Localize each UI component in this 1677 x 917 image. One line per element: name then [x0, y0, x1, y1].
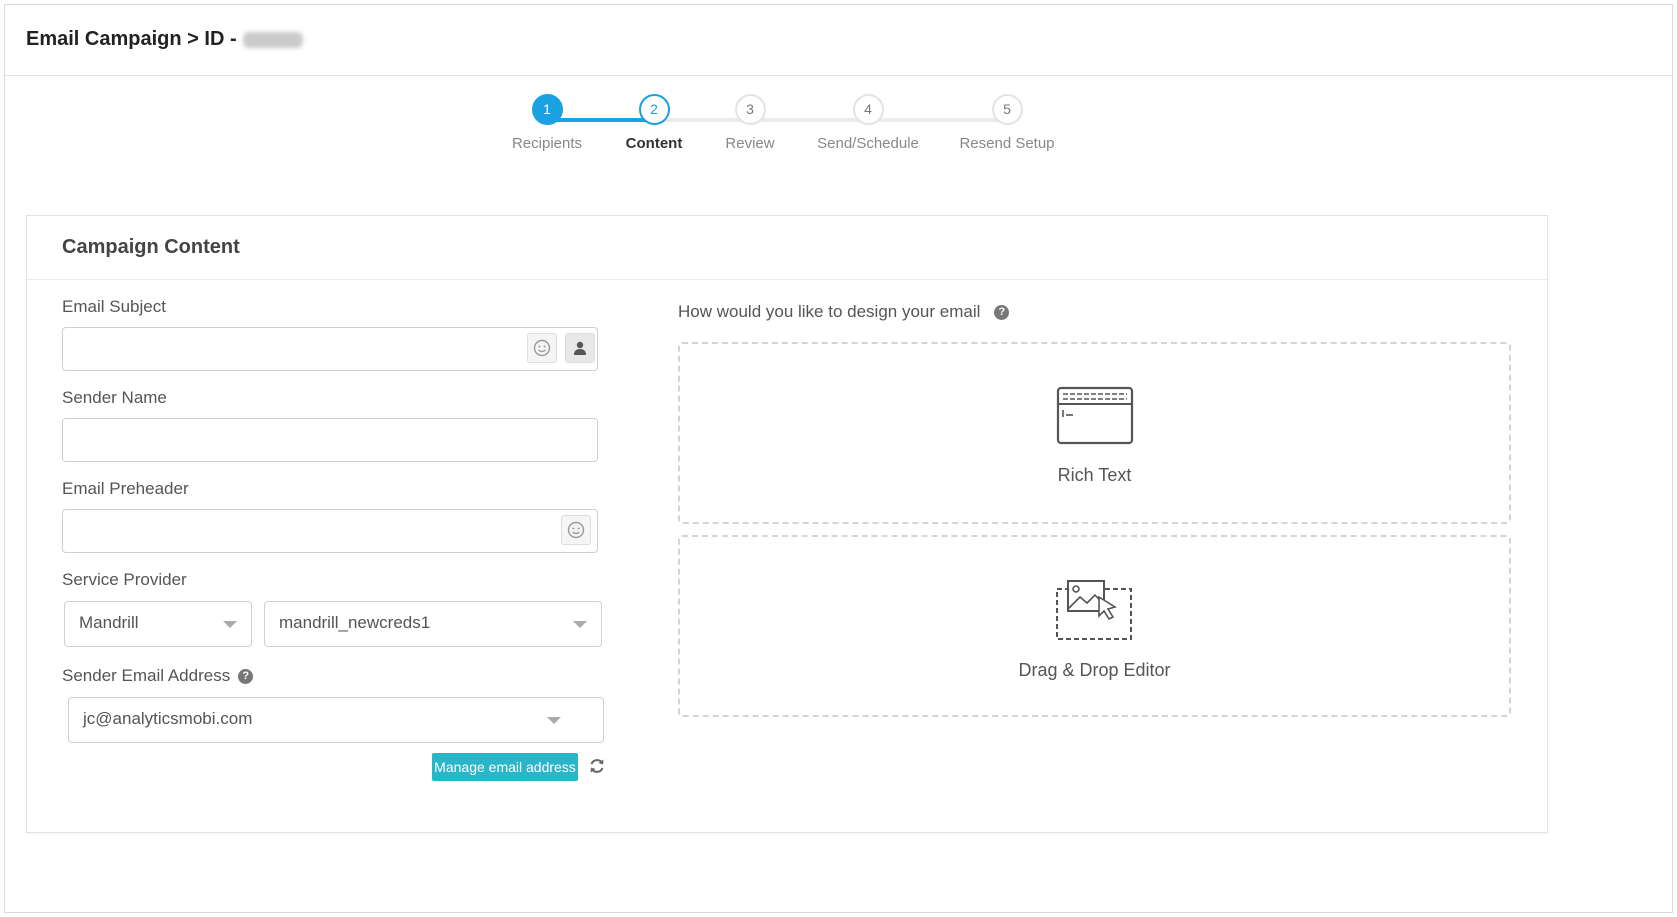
sender-name-input[interactable]	[62, 418, 598, 462]
step-number: 3	[734, 94, 766, 125]
rich-text-icon	[1056, 386, 1133, 445]
step-send-schedule[interactable]: 4 Send/Schedule	[798, 94, 938, 152]
campaign-content-card: Campaign Content Email Subject Sender Na…	[26, 215, 1548, 833]
personalize-button[interactable]	[565, 333, 595, 363]
progress-stepper: 1 Recipients 2 Content 3 Review 4 Send/S…	[5, 76, 1672, 176]
drag-drop-editor-option[interactable]: Drag & Drop Editor	[678, 535, 1511, 717]
chevron-down-icon	[547, 717, 561, 724]
provider-select-value: Mandrill	[79, 613, 139, 632]
step-number: 2	[638, 94, 670, 125]
campaign-id-redacted	[242, 31, 303, 48]
sender-email-label: Sender Email Address?	[62, 666, 254, 686]
emoji-button[interactable]	[561, 515, 591, 545]
drag-drop-editor-icon	[1055, 580, 1132, 640]
design-question-text: How would you like to design your email	[678, 302, 981, 321]
page-title-text: Email Campaign > ID -	[26, 28, 237, 50]
step-label: Send/Schedule	[817, 135, 919, 152]
help-icon[interactable]: ?	[994, 305, 1010, 321]
step-number: 5	[991, 94, 1023, 125]
provider-select[interactable]: Mandrill	[64, 601, 252, 647]
email-subject-input[interactable]	[62, 327, 598, 371]
help-icon[interactable]: ?	[238, 669, 254, 685]
user-icon	[574, 341, 586, 355]
step-number: 4	[852, 94, 884, 125]
manage-email-address-button[interactable]: Manage email address	[432, 753, 578, 781]
smiley-icon	[567, 521, 585, 539]
sender-email-select[interactable]: jc@analyticsmobi.com	[68, 697, 604, 743]
sender-name-label: Sender Name	[62, 388, 167, 407]
service-provider-label: Service Provider	[62, 570, 187, 589]
step-number: 1	[531, 94, 563, 125]
step-label: Resend Setup	[959, 135, 1055, 152]
rich-text-label: Rich Text	[1057, 465, 1132, 485]
page-header: Email Campaign > ID -	[5, 5, 1672, 76]
email-preheader-input[interactable]	[62, 509, 598, 553]
app-frame: Email Campaign > ID - 1 Recipients 2 Con…	[4, 4, 1673, 913]
sender-email-value: jc@analyticsmobi.com	[83, 709, 253, 728]
email-preheader-label: Email Preheader	[62, 479, 189, 498]
emoji-button[interactable]	[527, 333, 557, 363]
chevron-down-icon	[573, 621, 587, 628]
card-header: Campaign Content	[27, 216, 1547, 280]
email-subject-label: Email Subject	[62, 297, 166, 316]
sender-email-label-text: Sender Email Address	[62, 666, 231, 685]
page-title: Email Campaign > ID -	[26, 28, 303, 51]
credentials-select-value: mandrill_newcreds1	[279, 613, 431, 632]
step-resend-setup[interactable]: 5 Resend Setup	[937, 94, 1077, 152]
credentials-select[interactable]: mandrill_newcreds1	[264, 601, 602, 647]
card-title: Campaign Content	[62, 236, 240, 258]
chevron-down-icon	[223, 621, 237, 628]
refresh-icon[interactable]	[587, 756, 607, 776]
rich-text-option[interactable]: Rich Text	[678, 342, 1511, 524]
design-question: How would you like to design your email?	[678, 302, 1010, 322]
drag-drop-editor-label: Drag & Drop Editor	[1018, 660, 1171, 680]
smiley-icon	[533, 339, 551, 357]
